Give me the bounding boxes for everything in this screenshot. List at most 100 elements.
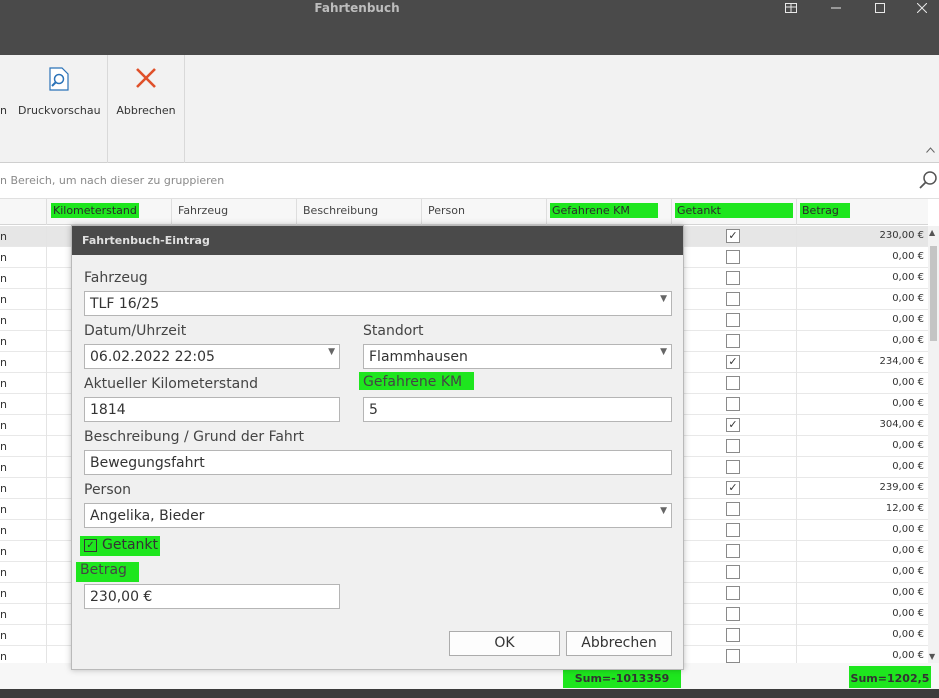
cell-divider	[796, 415, 797, 436]
column-getankt[interactable]: Getankt	[671, 199, 796, 225]
column-label: Gefahrene KM	[550, 203, 658, 218]
location-value: Flammhausen	[369, 349, 468, 365]
column-beschreibung[interactable]: Beschreibung	[296, 199, 421, 225]
checkmark-icon[interactable]: ✓	[84, 539, 97, 552]
close-icon[interactable]	[905, 0, 939, 18]
getankt-checkbox[interactable]	[726, 628, 740, 642]
refuel-checkbox[interactable]: ✓ Getankt	[80, 536, 160, 556]
odometer-field[interactable]: 1814	[84, 397, 340, 422]
datetime-picker[interactable]: 06.02.2022 22:05 ▼	[84, 344, 340, 369]
cell-divider	[46, 394, 47, 415]
getankt-checkbox[interactable]	[726, 523, 740, 537]
row-partial-cell: n	[0, 419, 7, 432]
person-label: Person	[84, 482, 132, 498]
cell-divider	[796, 604, 797, 625]
scroll-down-icon[interactable]: ▼	[929, 652, 935, 661]
vertical-scrollbar[interactable]: ▲ ▼	[928, 226, 939, 663]
column-fahrzeug[interactable]: Fahrzeug	[171, 199, 296, 225]
cell-divider	[46, 268, 47, 289]
chevron-down-icon[interactable]: ▼	[660, 347, 667, 357]
column-gefahrene-km[interactable]: Gefahrene KM	[546, 199, 671, 225]
ribbon-collapse-icon[interactable]	[926, 143, 935, 156]
person-select[interactable]: Angelika, Bieder ▼	[84, 503, 672, 528]
row-partial-cell: n	[0, 377, 7, 390]
search-icon[interactable]	[919, 170, 937, 194]
getankt-checkbox[interactable]	[726, 565, 740, 579]
getankt-checkbox[interactable]	[726, 460, 740, 474]
cell-divider	[46, 247, 47, 268]
getankt-checkbox[interactable]	[726, 397, 740, 411]
getankt-checkbox[interactable]: ✓	[726, 355, 740, 369]
maximize-icon[interactable]	[863, 0, 897, 18]
column-person[interactable]: Person	[421, 199, 546, 225]
ribbon-partial-button[interactable]: n	[0, 55, 10, 155]
column-label: Kilometerstand	[51, 203, 139, 218]
amount-field[interactable]: 230,00 €	[84, 584, 340, 609]
odometer-label: Aktueller Kilometerstand	[84, 376, 259, 392]
getankt-checkbox[interactable]	[726, 334, 740, 348]
column-label: Person	[428, 204, 465, 217]
getankt-checkbox[interactable]	[726, 586, 740, 600]
row-partial-cell: n	[0, 461, 7, 474]
print-preview-button[interactable]: Druckvorschau	[18, 55, 101, 155]
row-partial-cell: n	[0, 545, 7, 558]
scrollbar-thumb[interactable]	[930, 246, 937, 341]
getankt-checkbox[interactable]	[726, 544, 740, 558]
chevron-down-icon[interactable]: ▼	[328, 347, 335, 357]
betrag-cell: 0,00 €	[892, 251, 924, 262]
cell-divider	[46, 541, 47, 562]
betrag-cell: 0,00 €	[892, 461, 924, 472]
minimize-icon[interactable]	[819, 0, 853, 18]
km-field[interactable]: 5	[363, 397, 672, 422]
getankt-checkbox[interactable]	[726, 439, 740, 453]
getankt-checkbox[interactable]: ✓	[726, 229, 740, 243]
odometer-value: 1814	[90, 402, 126, 418]
vehicle-select[interactable]: TLF 16/25 ▼	[84, 291, 672, 316]
column-label: Betrag	[800, 203, 850, 218]
dialog-cancel-button[interactable]: Abbrechen	[566, 631, 672, 656]
vehicle-label: Fahrzeug	[84, 270, 148, 286]
row-partial-cell: n	[0, 482, 7, 495]
amount-value: 230,00 €	[90, 589, 153, 605]
column-kilometerstand[interactable]: Kilometerstand	[46, 199, 171, 225]
getankt-checkbox[interactable]: ✓	[726, 481, 740, 495]
ok-button[interactable]: OK	[449, 631, 560, 656]
cell-divider	[46, 583, 47, 604]
restore-icon[interactable]	[774, 0, 808, 18]
betrag-cell: 0,00 €	[892, 608, 924, 619]
getankt-checkbox[interactable]	[726, 649, 740, 663]
scroll-up-icon[interactable]: ▲	[929, 228, 935, 237]
cell-divider	[46, 625, 47, 646]
dialog-title-bar[interactable]: Fahrtenbuch-Eintrag	[72, 226, 683, 255]
getankt-checkbox[interactable]	[726, 292, 740, 306]
getankt-checkbox[interactable]	[726, 250, 740, 264]
ribbon-cancel-button[interactable]: Abbrechen	[112, 55, 180, 155]
getankt-checkbox[interactable]	[726, 376, 740, 390]
getankt-checkbox[interactable]	[726, 313, 740, 327]
cell-divider	[46, 499, 47, 520]
column-betrag[interactable]: Betrag	[796, 199, 928, 225]
row-partial-cell: n	[0, 230, 7, 243]
chevron-down-icon[interactable]: ▼	[660, 294, 667, 304]
group-panel[interactable]: n Bereich, um nach dieser zu gruppieren	[0, 164, 939, 199]
chevron-down-icon[interactable]: ▼	[660, 506, 667, 516]
description-label: Beschreibung / Grund der Fahrt	[84, 429, 305, 445]
cell-divider	[46, 373, 47, 394]
getankt-checkbox[interactable]	[726, 607, 740, 621]
getankt-checkbox[interactable]	[726, 271, 740, 285]
print-preview-icon	[48, 67, 70, 94]
cell-divider	[796, 478, 797, 499]
title-bar: Fahrtenbuch	[0, 0, 939, 55]
betrag-cell: 0,00 €	[892, 587, 924, 598]
location-select[interactable]: Flammhausen ▼	[363, 344, 672, 369]
ribbon-cancel-label: Abbrechen	[116, 104, 176, 117]
description-field[interactable]: Bewegungsfahrt	[84, 450, 672, 475]
getankt-checkbox[interactable]	[726, 502, 740, 516]
km-value: 5	[369, 402, 378, 418]
cell-divider	[46, 415, 47, 436]
betrag-cell: 0,00 €	[892, 629, 924, 640]
cell-divider	[46, 604, 47, 625]
row-partial-cell: n	[0, 629, 7, 642]
getankt-checkbox[interactable]: ✓	[726, 418, 740, 432]
row-partial-cell: n	[0, 503, 7, 516]
